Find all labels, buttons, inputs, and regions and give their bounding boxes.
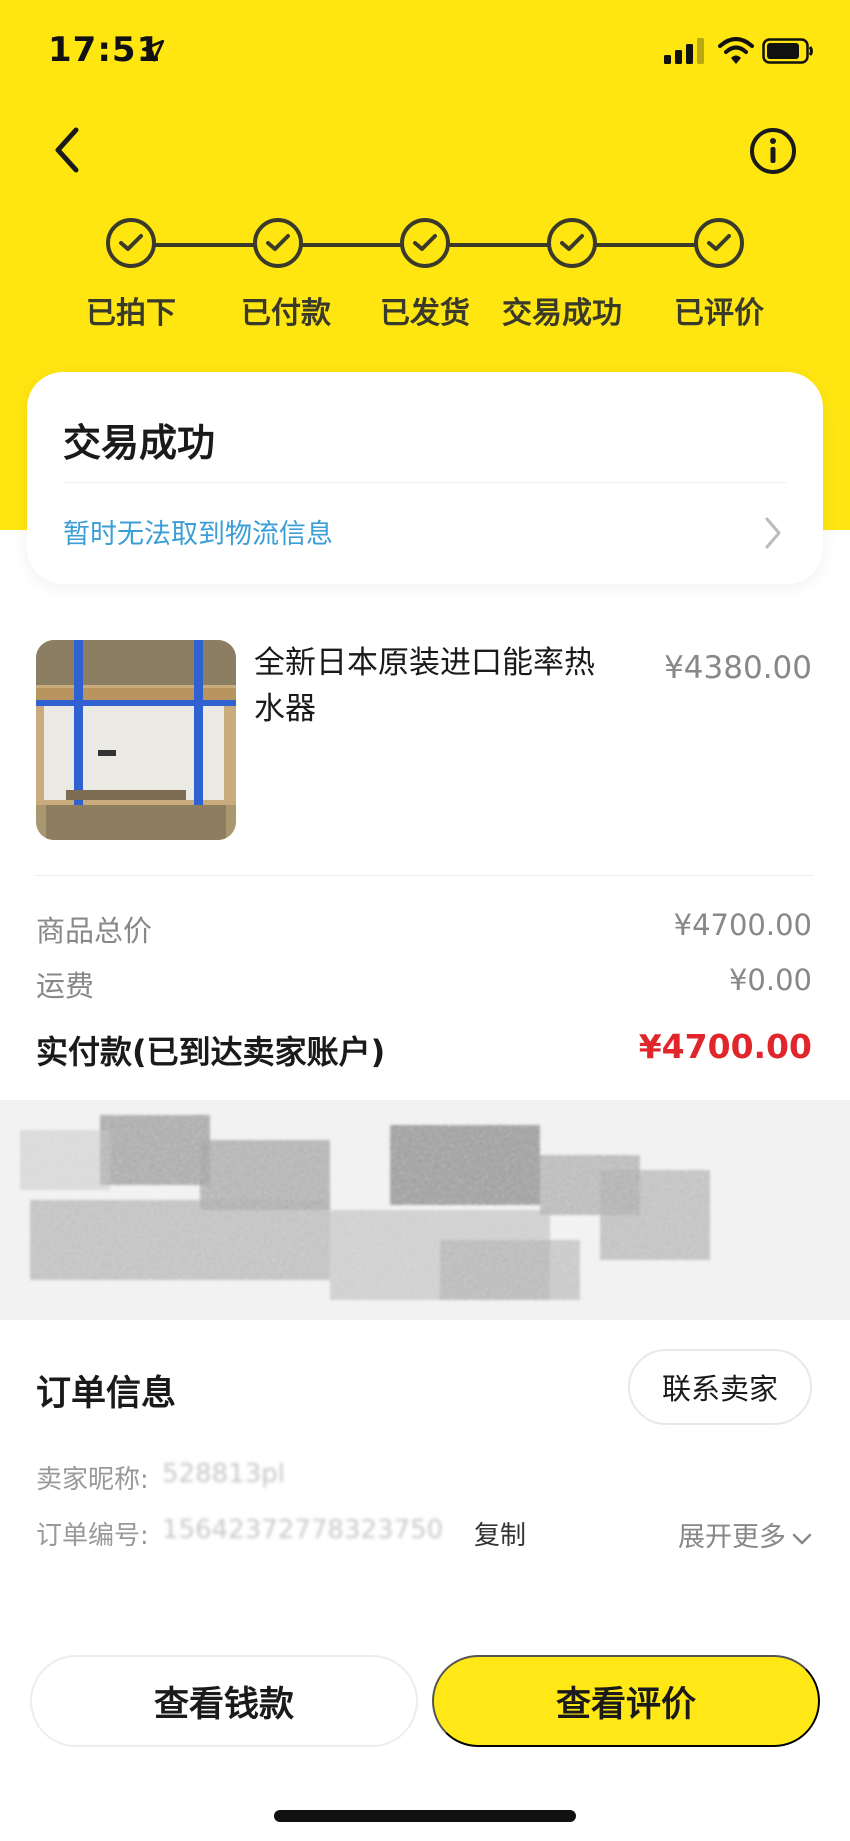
step-label-reviewed: 已评价 bbox=[674, 296, 764, 331]
step-2-check-icon bbox=[253, 218, 303, 268]
step-3-check-icon bbox=[400, 218, 450, 268]
home-indicator bbox=[274, 1810, 576, 1822]
expand-more-label: 展开更多 bbox=[678, 1522, 786, 1553]
chevron-down-icon bbox=[792, 1533, 812, 1544]
step-5-check-icon bbox=[694, 218, 744, 268]
expand-more-button[interactable]: 展开更多 bbox=[678, 1515, 812, 1554]
total-value: ¥4700.00 bbox=[673, 908, 812, 942]
redacted-scribble bbox=[0, 1100, 850, 1320]
order-status-title: 交易成功 bbox=[63, 421, 216, 465]
view-payment-button[interactable]: 查看钱款 bbox=[30, 1655, 418, 1747]
step-4-check-icon bbox=[547, 218, 597, 268]
step-1-check-icon bbox=[106, 218, 156, 268]
product-image[interactable] bbox=[36, 640, 236, 840]
cellular-signal-icon bbox=[664, 38, 704, 64]
logistics-info-link[interactable]: 暂时无法取到物流信息 bbox=[63, 512, 333, 551]
seller-nickname-value: 528813pl bbox=[162, 1459, 285, 1489]
paid-value: ¥4700.00 bbox=[638, 1027, 812, 1066]
product-title[interactable]: 全新日本原装进口能率热水器 bbox=[254, 640, 624, 732]
battery-icon bbox=[762, 38, 813, 64]
copy-button[interactable]: 复制 bbox=[474, 1515, 526, 1552]
step-label-paid: 已付款 bbox=[241, 296, 331, 331]
divider bbox=[63, 482, 787, 483]
step-label-ordered: 已拍下 bbox=[86, 296, 176, 331]
step-label-shipped: 已发货 bbox=[380, 296, 470, 331]
order-number-value: 15642372778323750 bbox=[162, 1515, 444, 1545]
info-icon[interactable] bbox=[748, 126, 798, 176]
seller-nickname-label: 卖家昵称: bbox=[36, 1465, 149, 1495]
status-card: 交易成功 暂时无法取到物流信息 bbox=[27, 372, 823, 584]
back-button[interactable] bbox=[44, 120, 94, 180]
contact-seller-button[interactable]: 联系卖家 bbox=[628, 1349, 812, 1425]
product-price: ¥4380.00 bbox=[664, 650, 812, 686]
status-bar: 17:51 bbox=[0, 0, 850, 100]
view-review-button[interactable]: 查看评价 bbox=[432, 1655, 820, 1747]
chevron-right-icon bbox=[765, 517, 781, 549]
location-arrow-icon bbox=[141, 39, 165, 62]
paid-label: 实付款(已到达卖家账户) bbox=[36, 1033, 386, 1071]
wifi-icon bbox=[718, 37, 754, 64]
shipping-label: 运费 bbox=[36, 969, 95, 1003]
order-info-title: 订单信息 bbox=[36, 1374, 177, 1414]
divider bbox=[36, 875, 814, 876]
step-label-completed: 交易成功 bbox=[502, 296, 622, 331]
total-label: 商品总价 bbox=[36, 914, 153, 948]
shipping-value: ¥0.00 bbox=[728, 963, 812, 997]
order-number-label: 订单编号: bbox=[36, 1521, 149, 1551]
